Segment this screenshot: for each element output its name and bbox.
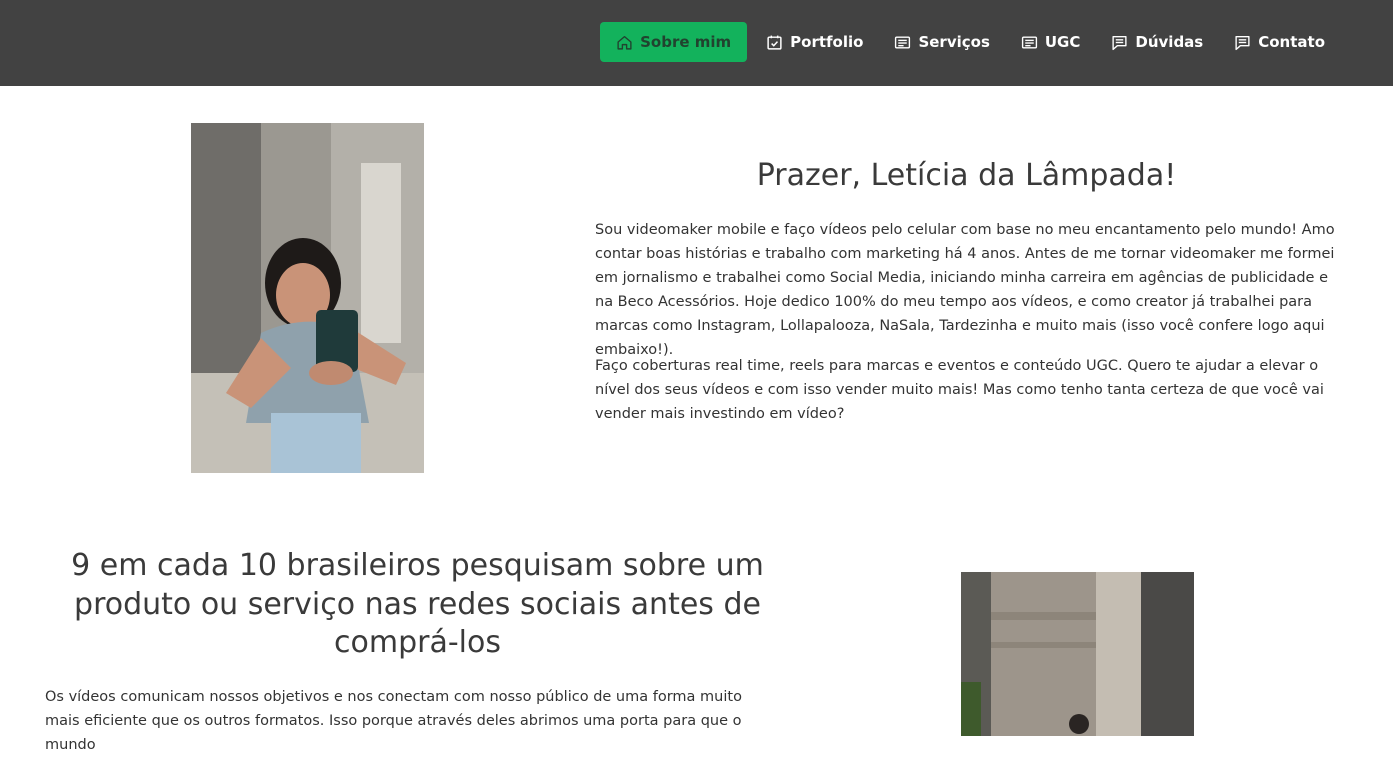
stat-paragraph: Os vídeos comunicam nossos objetivos e n…	[45, 689, 742, 753]
nav-item-duvidas[interactable]: Dúvidas	[1096, 22, 1215, 62]
nav-item-label: Serviços	[918, 33, 990, 51]
nav-item-sobre-mim[interactable]: Sobre mim	[600, 22, 748, 62]
list-card-icon	[1021, 34, 1038, 51]
chat-lines-icon	[1111, 34, 1128, 51]
nav-item-ugc[interactable]: UGC	[1006, 22, 1093, 62]
intro-title: Prazer, Letícia da Lâmpada!	[756, 158, 1177, 193]
list-card-icon	[894, 34, 911, 51]
nav-item-label: Dúvidas	[1135, 33, 1204, 51]
home-icon	[616, 34, 633, 51]
nav-item-servicos[interactable]: Serviços	[879, 22, 1001, 62]
stat-title: 9 em cada 10 brasileiros pesquisam sobre…	[71, 548, 764, 660]
main-nav: Sobre mim Portfolio Serviços UGC Dúvidas…	[596, 22, 1337, 62]
nav-item-contato[interactable]: Contato	[1219, 22, 1337, 62]
profile-photo	[191, 123, 424, 473]
nav-item-label: Contato	[1258, 33, 1325, 51]
intro-paragraph: Sou videomaker mobile e faço vídeos pelo…	[595, 222, 1335, 358]
chat-lines-icon	[1234, 34, 1251, 51]
nav-item-portfolio[interactable]: Portfolio	[751, 22, 875, 62]
nav-item-label: Sobre mim	[640, 33, 732, 51]
nav-item-label: UGC	[1044, 33, 1081, 51]
calendar-check-icon	[766, 34, 783, 51]
secondary-photo	[961, 572, 1194, 762]
top-navbar: Sobre mim Portfolio Serviços UGC Dúvidas…	[0, 0, 1393, 86]
intro-paragraph: Faço coberturas real time, reels para ma…	[595, 358, 1324, 422]
nav-item-label: Portfolio	[790, 33, 864, 51]
